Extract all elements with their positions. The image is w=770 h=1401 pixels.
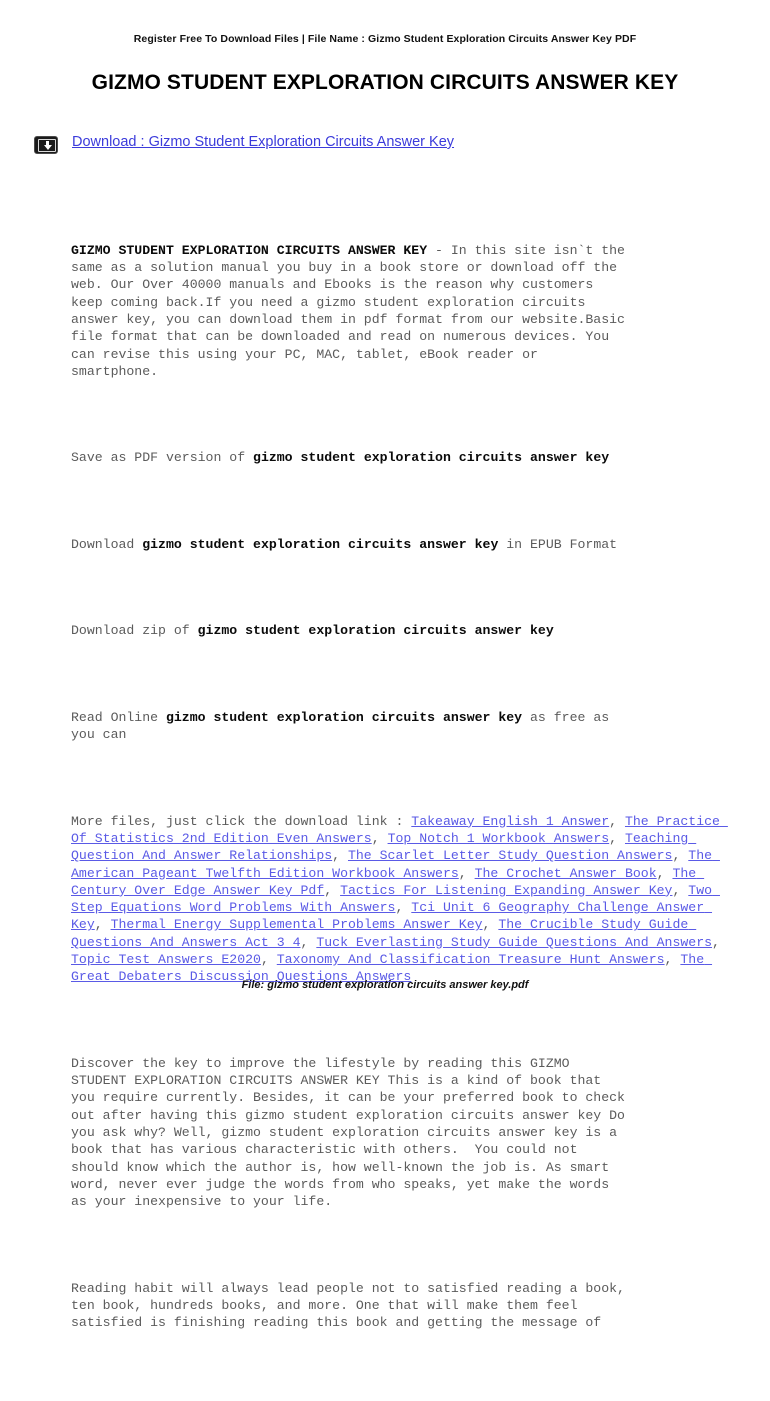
file-link[interactable]: Takeaway English 1 Answer <box>411 814 609 829</box>
link-separator: , <box>300 934 317 950</box>
link-separator: , <box>609 830 625 846</box>
format-prefix: Download zip of <box>71 623 198 639</box>
link-separator: , <box>458 865 475 881</box>
link-separator: , <box>672 848 689 864</box>
link-separator: , <box>672 882 689 898</box>
intro-paragraph: GIZMO STUDENT EXPLORATION CIRCUITS ANSWE… <box>71 242 737 380</box>
more-files-paragraph: More files, just click the download link… <box>71 813 737 986</box>
link-separator: , <box>260 952 277 968</box>
file-link[interactable]: Top Notch 1 Workbook Answers <box>388 831 610 846</box>
more-files-intro: More files, just click the download link… <box>71 813 412 829</box>
link-separator: , <box>324 882 341 898</box>
file-link[interactable]: Tactics For Listening Expanding Answer K… <box>340 883 672 898</box>
document-body: GIZMO STUDENT EXPLORATION CIRCUITS ANSWE… <box>71 190 737 1401</box>
format-suffix: in EPUB Format <box>498 536 618 552</box>
file-link[interactable]: The Crochet Answer Book <box>475 866 657 881</box>
link-separator: , <box>482 917 499 933</box>
link-separator: , <box>371 830 388 846</box>
download-icon-arrow-head <box>43 145 52 150</box>
file-link[interactable]: Taxonomy And Classification Treasure Hun… <box>277 952 665 967</box>
document-page: Register Free To Download Files | File N… <box>0 0 770 1330</box>
link-separator: , <box>712 934 728 950</box>
link-separator: , <box>332 848 348 864</box>
format-line: Download gizmo student exploration circu… <box>71 536 737 553</box>
page-footer: File: gizmo student exploration circuits… <box>241 979 529 991</box>
format-keyword: gizmo student exploration circuits answe… <box>253 450 610 466</box>
format-line: Read Online gizmo student exploration ci… <box>71 709 737 744</box>
format-keyword: gizmo student exploration circuits answe… <box>165 709 523 725</box>
link-separator: , <box>664 952 681 968</box>
format-line: Save as PDF version of gizmo student exp… <box>71 449 737 466</box>
file-link[interactable]: Topic Test Answers E2020 <box>71 952 261 967</box>
file-link[interactable]: Thermal Energy Supplemental Problems Ans… <box>111 917 483 932</box>
format-line: Download zip of gizmo student exploratio… <box>71 622 737 639</box>
format-keyword: gizmo student exploration circuits answe… <box>197 623 554 639</box>
page-header: Register Free To Download Files | File N… <box>133 33 637 45</box>
link-separator: , <box>395 900 412 916</box>
link-separator: , <box>94 917 111 933</box>
reading-paragraph: Reading habit will always lead people no… <box>71 1280 625 1331</box>
format-prefix: Save as PDF version of <box>71 450 254 466</box>
intro-lead-bold: GIZMO STUDENT EXPLORATION CIRCUITS ANSWE… <box>71 242 428 258</box>
format-prefix: Download <box>71 536 143 552</box>
discover-paragraph: Discover the key to improve the lifestyl… <box>71 1055 625 1210</box>
intro-rest: - In this site isn`t the same as a solut… <box>71 242 625 379</box>
file-link[interactable]: The Scarlet Letter Study Question Answer… <box>348 848 672 863</box>
page-title: GIZMO STUDENT EXPLORATION CIRCUITS ANSWE… <box>91 71 679 94</box>
more-files-link-list: Takeaway English 1 Answer, The Practice … <box>71 814 728 985</box>
download-link[interactable]: Download : Gizmo Student Exploration Cir… <box>72 134 454 150</box>
link-separator: , <box>609 813 625 829</box>
format-prefix: Read Online <box>71 709 166 725</box>
download-row: Download : Gizmo Student Exploration Cir… <box>34 134 734 158</box>
file-link[interactable]: Tuck Everlasting Study Guide Questions A… <box>316 935 712 950</box>
link-separator: , <box>656 865 673 881</box>
download-icon[interactable] <box>34 136 58 154</box>
format-keyword: gizmo student exploration circuits answe… <box>142 536 499 552</box>
